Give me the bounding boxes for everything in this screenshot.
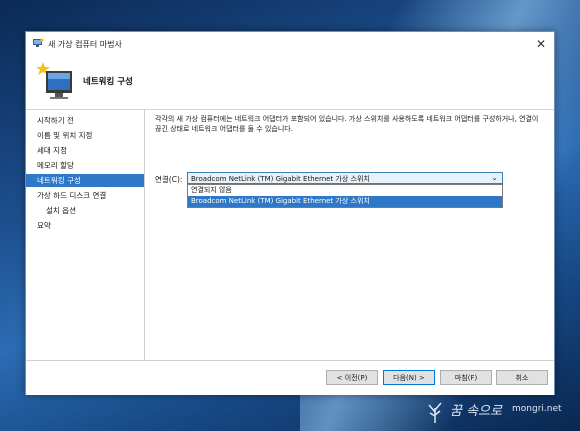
wizard-footer: < 이전(P) 다음(N) > 마침(F) 취소 — [26, 360, 554, 395]
window-title: 새 가상 컴퓨터 마법사 — [48, 40, 122, 49]
content-pane: 각각의 새 가상 컴퓨터에는 네트워크 어댑터가 포함되어 있습니다. 가상 스… — [145, 110, 554, 360]
cancel-button[interactable]: 취소 — [496, 370, 548, 385]
nav-item-summary[interactable]: 요약 — [26, 219, 144, 232]
wizard-nav: 시작하기 전 이름 및 위치 지정 세대 지정 메모리 할당 네트워킹 구성 가… — [26, 110, 145, 360]
nav-item-before-begin[interactable]: 시작하기 전 — [26, 114, 144, 127]
nav-item-memory[interactable]: 메모리 할당 — [26, 159, 144, 172]
wizard-window: 새 가상 컴퓨터 마법사 ✕ 네트워킹 구성 시작하기 전 이름 및 위치 지정… — [25, 31, 555, 395]
connection-select-value: Broadcom NetLink (TM) Gigabit Ethernet 가… — [191, 175, 370, 183]
watermark-text: 꿈 속으로 — [450, 404, 502, 419]
nav-item-name-location[interactable]: 이름 및 위치 지정 — [26, 129, 144, 142]
connection-label: 연결(C): — [155, 175, 183, 184]
prev-button[interactable]: < 이전(P) — [326, 370, 378, 385]
next-button[interactable]: 다음(N) > — [383, 370, 435, 385]
connection-select[interactable]: Broadcom NetLink (TM) Gigabit Ethernet 가… — [187, 172, 503, 184]
chevron-down-icon[interactable]: ⌄ — [491, 173, 498, 182]
watermark: 꿈 속으로 mongri.net — [420, 392, 580, 428]
tree-icon — [428, 402, 442, 423]
title-bar: 새 가상 컴퓨터 마법사 ✕ — [26, 32, 554, 56]
description-text: 각각의 새 가상 컴퓨터에는 네트워크 어댑터가 포함되어 있습니다. 가상 스… — [155, 115, 539, 133]
wizard-header: 네트워킹 구성 — [26, 56, 554, 110]
hyperv-icon — [33, 38, 44, 47]
nav-item-virtual-disk[interactable]: 가상 하드 디스크 연결 — [26, 189, 144, 202]
nav-item-networking[interactable]: 네트워킹 구성 — [26, 174, 144, 187]
nav-item-install-options[interactable]: 설치 옵션 — [26, 204, 144, 217]
watermark-site: mongri.net — [512, 404, 562, 414]
page-title: 네트워킹 구성 — [83, 77, 133, 87]
close-button[interactable]: ✕ — [528, 32, 554, 56]
option-broadcom-switch[interactable]: Broadcom NetLink (TM) Gigabit Ethernet 가… — [188, 196, 502, 207]
connection-dropdown-list: 연결되지 않음 Broadcom NetLink (TM) Gigabit Et… — [187, 184, 503, 208]
nav-item-generation[interactable]: 세대 지정 — [26, 144, 144, 157]
new-vm-icon — [36, 62, 72, 99]
finish-button[interactable]: 마침(F) — [440, 370, 492, 385]
option-not-connected[interactable]: 연결되지 않음 — [188, 185, 502, 196]
